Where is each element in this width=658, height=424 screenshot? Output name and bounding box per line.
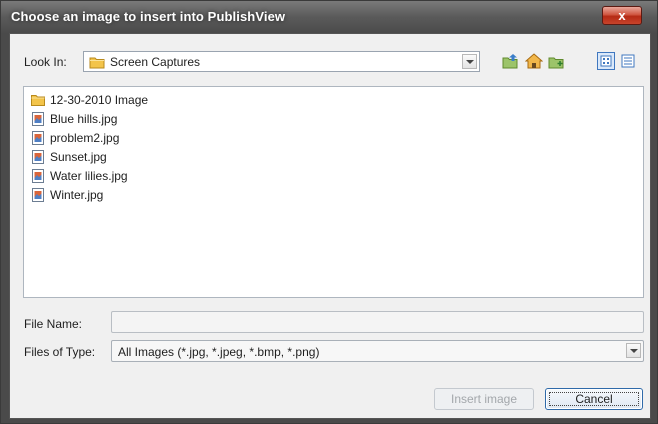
list-item[interactable]: 12-30-2010 Image	[31, 91, 148, 109]
file-name: Water lilies.jpg	[50, 169, 128, 183]
file-name: 12-30-2010 Image	[50, 93, 149, 107]
file-name-label: File Name:	[24, 317, 83, 331]
file-type-value: All Images (*.jpg, *.jpeg, *.bmp, *.png)	[118, 345, 320, 359]
list-item[interactable]: problem2.jpg	[31, 129, 119, 147]
title-bar[interactable]: Choose an image to insert into PublishVi…	[1, 1, 657, 33]
close-button[interactable]: x	[602, 6, 642, 25]
dialog-window: Choose an image to insert into PublishVi…	[0, 0, 658, 424]
list-item[interactable]: Blue hills.jpg	[31, 110, 117, 128]
image-file-icon	[32, 169, 44, 183]
image-file-icon	[32, 131, 44, 145]
up-folder-icon[interactable]	[502, 53, 520, 69]
details-view-icon[interactable]	[619, 52, 637, 70]
cancel-label: Cancel	[575, 392, 613, 406]
image-file-icon	[32, 112, 44, 126]
file-type-dropdown[interactable]: All Images (*.jpg, *.jpeg, *.bmp, *.png)	[111, 340, 644, 362]
folder-icon	[31, 95, 45, 106]
file-type-label: Files of Type:	[24, 345, 96, 359]
insert-image-button[interactable]: Insert image	[434, 388, 534, 410]
folder-icon	[89, 55, 105, 72]
chevron-down-icon[interactable]	[462, 54, 477, 69]
chevron-down-icon[interactable]	[626, 343, 641, 358]
file-name: Winter.jpg	[50, 188, 104, 202]
file-name: problem2.jpg	[50, 131, 120, 145]
cancel-button[interactable]: Cancel	[545, 388, 643, 410]
file-name: Blue hills.jpg	[50, 112, 118, 126]
home-icon[interactable]	[524, 53, 544, 69]
dialog-body: Look In: Screen Captures 12-30-2010 Imag…	[9, 33, 651, 419]
list-item[interactable]: Winter.jpg	[31, 186, 103, 204]
look-in-label: Look In:	[24, 55, 67, 69]
new-folder-icon[interactable]	[548, 53, 566, 69]
look-in-dropdown[interactable]: Screen Captures	[83, 51, 480, 72]
image-file-icon	[32, 150, 44, 164]
file-name-field[interactable]	[111, 311, 644, 333]
file-list[interactable]: 12-30-2010 Image Blue hills.jpg problem2…	[23, 86, 644, 298]
image-file-icon	[32, 188, 44, 202]
window-title: Choose an image to insert into PublishVi…	[11, 9, 286, 24]
list-item[interactable]: Water lilies.jpg	[31, 167, 128, 185]
file-name: Sunset.jpg	[50, 150, 107, 164]
look-in-value: Screen Captures	[110, 55, 201, 69]
list-item[interactable]: Sunset.jpg	[31, 148, 107, 166]
list-view-icon[interactable]	[597, 52, 615, 70]
